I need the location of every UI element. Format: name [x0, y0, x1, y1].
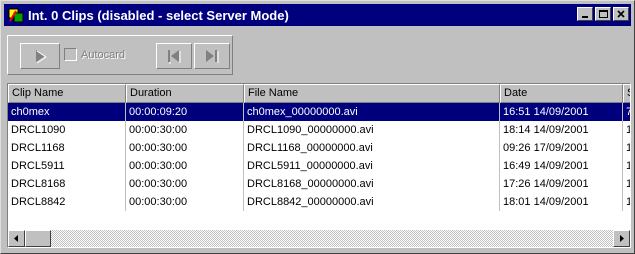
cell-clip-name: ch0mex [8, 103, 126, 121]
table-row[interactable]: DRCL8842 00:00:30:00 DRCL8842_00000000.a… [8, 193, 630, 211]
cell-clip-name: DRCL8168 [8, 175, 126, 193]
cell-date: 18:01 14/09/2001 [500, 193, 623, 211]
cell-sc: 19 [623, 121, 630, 139]
cell-duration: 00:00:30:00 [126, 139, 244, 157]
play-icon [36, 50, 47, 64]
title-bar[interactable]: Int. 0 Clips (disabled - select Server M… [4, 4, 631, 26]
cell-clip-name: DRCL1168 [8, 139, 126, 157]
next-button[interactable] [194, 43, 230, 69]
arrow-left-icon [14, 235, 18, 242]
maximize-icon [599, 10, 608, 18]
transport-toolbar: Autocard [7, 35, 233, 75]
table-row[interactable]: DRCL1090 00:00:30:00 DRCL1090_00000000.a… [8, 121, 630, 139]
scroll-right-button[interactable] [613, 230, 630, 247]
scroll-thumb[interactable] [25, 230, 51, 247]
cell-date: 18:14 14/09/2001 [500, 121, 623, 139]
cell-file-name: DRCL8168_00000000.avi [244, 175, 500, 193]
table-row[interactable]: DRCL5911 00:00:30:00 DRCL5911_00000000.a… [8, 157, 630, 175]
column-header-sc[interactable]: Sc [623, 84, 630, 103]
previous-button[interactable] [156, 43, 192, 69]
cell-sc: 19 [623, 157, 630, 175]
column-header-date[interactable]: Date [500, 84, 623, 103]
table-row[interactable]: DRCL1168 00:00:30:00 DRCL1168_00000000.a… [8, 139, 630, 157]
cell-duration: 00:00:30:00 [126, 121, 244, 139]
app-icon[interactable] [8, 7, 24, 23]
column-header-clip-name[interactable]: Clip Name [8, 84, 126, 103]
close-button[interactable] [613, 7, 629, 21]
clip-list[interactable]: Clip Name Duration File Name Date Sc ch0… [7, 83, 631, 248]
cell-clip-name: DRCL1090 [8, 121, 126, 139]
cell-file-name: DRCL1168_00000000.avi [244, 139, 500, 157]
skip-forward-icon [206, 50, 219, 63]
minimize-button[interactable] [577, 7, 593, 21]
cell-duration: 00:00:30:00 [126, 157, 244, 175]
cell-date: 17:26 14/09/2001 [500, 175, 623, 193]
cell-file-name: DRCL5911_00000000.avi [244, 157, 500, 175]
cell-file-name: ch0mex_00000000.avi [244, 103, 500, 121]
cell-duration: 00:00:30:00 [126, 193, 244, 211]
cell-duration: 00:00:30:00 [126, 175, 244, 193]
cell-clip-name: DRCL8842 [8, 193, 126, 211]
cell-date: 09:26 17/09/2001 [500, 139, 623, 157]
autocard-checkbox[interactable] [64, 48, 77, 61]
cell-sc: 19 [623, 175, 630, 193]
column-header-row: Clip Name Duration File Name Date Sc [8, 84, 630, 103]
autocard-label: Autocard [81, 48, 126, 61]
cell-sc: 76 [623, 103, 630, 121]
cell-sc: 19 [623, 139, 630, 157]
cell-sc: 19 [623, 193, 630, 211]
skip-back-icon [168, 50, 181, 64]
cell-date: 16:51 14/09/2001 [500, 103, 623, 121]
arrow-right-icon [620, 235, 624, 242]
cell-duration: 00:00:09:20 [126, 103, 244, 121]
maximize-button[interactable] [595, 7, 611, 21]
table-row[interactable]: ch0mex 00:00:09:20 ch0mex_00000000.avi 1… [8, 103, 630, 121]
column-header-file-name[interactable]: File Name [244, 84, 500, 103]
cell-file-name: DRCL1090_00000000.avi [244, 121, 500, 139]
horizontal-scrollbar[interactable] [8, 230, 630, 247]
cell-date: 16:49 14/09/2001 [500, 157, 623, 175]
app-window: Int. 0 Clips (disabled - select Server M… [0, 0, 635, 254]
play-button[interactable] [20, 43, 60, 69]
cell-clip-name: DRCL5911 [8, 157, 126, 175]
cell-file-name: DRCL8842_00000000.avi [244, 193, 500, 211]
minimize-icon [582, 16, 588, 18]
column-header-duration[interactable]: Duration [126, 84, 244, 103]
window-title: Int. 0 Clips (disabled - select Server M… [28, 7, 289, 23]
close-icon [617, 10, 625, 18]
scroll-left-button[interactable] [8, 230, 25, 247]
table-row[interactable]: DRCL8168 00:00:30:00 DRCL8168_00000000.a… [8, 175, 630, 193]
